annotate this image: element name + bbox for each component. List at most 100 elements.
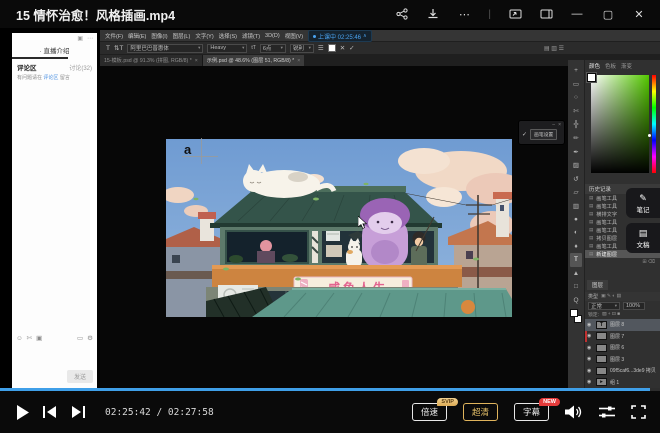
- layer-row[interactable]: ◉ 图层 7: [585, 331, 660, 343]
- dodge-tool[interactable]: ◐: [570, 226, 582, 240]
- crop-tool[interactable]: ✄: [570, 105, 582, 119]
- quality-button[interactable]: 超清: [463, 403, 498, 421]
- mini-player-icon[interactable]: [508, 7, 522, 21]
- current-color-swatch[interactable]: [587, 73, 596, 82]
- panel-minimize-icon[interactable]: –: [552, 123, 555, 127]
- video-frame[interactable]: ▣ ⋯ · 直播介绍 评论区 讨论(32) 有问题请在 评论区 留言 ☺ ✄ ▣…: [0, 28, 660, 388]
- fullscreen-icon[interactable]: [631, 405, 646, 419]
- healing-tool[interactable]: ✏: [570, 132, 582, 146]
- play-button[interactable]: [16, 405, 29, 420]
- brush-tool[interactable]: ✒: [570, 145, 582, 159]
- font-size-select[interactable]: 6点▾: [260, 44, 286, 53]
- tab-layers[interactable]: 图层: [587, 280, 608, 290]
- minimize-icon[interactable]: —: [570, 7, 584, 21]
- layer-row[interactable]: ◉ 图层 6: [585, 342, 660, 354]
- visibility-eye-icon[interactable]: ◉: [587, 356, 593, 362]
- brush-settings-button[interactable]: 画笔设置: [530, 129, 557, 140]
- move-tool[interactable]: +: [570, 64, 582, 78]
- more-icon[interactable]: ⋯: [457, 7, 471, 21]
- message-icon[interactable]: ▭: [77, 334, 83, 342]
- menu-type[interactable]: 文字(Y): [195, 32, 213, 40]
- align-icons[interactable]: ☰: [318, 44, 324, 52]
- visibility-eye-icon[interactable]: ◉: [587, 368, 593, 374]
- download-icon[interactable]: [426, 7, 440, 21]
- doc-tab-2[interactable]: 示例.psd @ 48.6% (图层 51, RGB/8) *×: [203, 55, 304, 66]
- class-status-badge[interactable]: 上课中 02:25:46 ∧: [308, 30, 372, 42]
- chat-input[interactable]: [12, 344, 97, 370]
- brush-check-icon[interactable]: ✓: [522, 131, 527, 138]
- blur-tool[interactable]: ●: [570, 213, 582, 227]
- eyedropper-tool[interactable]: ╬: [570, 118, 582, 132]
- zoom-tool[interactable]: Q: [570, 294, 582, 308]
- layer-filter-icons[interactable]: ▣ ✎ ◐ ▤: [601, 294, 621, 299]
- visibility-eye-icon[interactable]: ◉: [587, 322, 593, 328]
- next-episode-button[interactable]: [71, 406, 85, 418]
- stamp-tool[interactable]: ▨: [570, 159, 582, 173]
- tab-gradients[interactable]: 渐变: [621, 62, 632, 70]
- tab-swatches[interactable]: 色板: [605, 62, 616, 70]
- eraser-tool[interactable]: ▱: [570, 186, 582, 200]
- volume-icon[interactable]: [565, 405, 583, 419]
- transcript-button[interactable]: ▤ 文稿: [626, 223, 660, 253]
- menu-3d[interactable]: 3D(D): [265, 33, 280, 39]
- chat-message-list[interactable]: [12, 84, 97, 332]
- panel-close-icon[interactable]: ×: [558, 123, 561, 127]
- type-tool[interactable]: T: [570, 253, 582, 267]
- notes-button[interactable]: ✎ 笔记: [626, 188, 660, 218]
- tab-discussion[interactable]: 讨论(32): [69, 63, 92, 72]
- chat-settings-icon[interactable]: ⚙: [87, 334, 93, 342]
- previous-episode-button[interactable]: [43, 406, 57, 418]
- history-brush-tool[interactable]: ↺: [570, 172, 582, 186]
- lock-icons[interactable]: ▨ + ⊡ ■: [602, 312, 620, 317]
- text-orientation-icon[interactable]: ⇅T: [114, 44, 123, 52]
- saturation-brightness-field[interactable]: [591, 75, 649, 173]
- history-panel-footer[interactable]: ⊞ ⌫: [585, 258, 660, 266]
- menu-layer[interactable]: 图层(L): [173, 32, 191, 40]
- gradient-tool[interactable]: ▥: [570, 199, 582, 213]
- subtitle-button[interactable]: 字幕 NEW: [514, 403, 549, 421]
- visibility-eye-icon[interactable]: ◉: [587, 333, 593, 339]
- close-icon[interactable]: ✕: [632, 7, 646, 21]
- marquee-tool[interactable]: ▭: [570, 78, 582, 92]
- layer-row[interactable]: ◉ 09f5caf6...3de9 拷贝: [585, 365, 660, 377]
- antialias-select[interactable]: 锐利▾: [290, 44, 314, 53]
- workspace-icons[interactable]: ▤ ▥ ☰: [544, 45, 564, 52]
- layer-row-group[interactable]: ◉ ▸ 组 1: [585, 377, 660, 389]
- share-icon[interactable]: [395, 7, 409, 21]
- visibility-eye-icon[interactable]: ◉: [587, 345, 593, 351]
- maximize-icon[interactable]: ▢: [601, 7, 615, 21]
- opacity-select[interactable]: 100%: [623, 302, 645, 310]
- screenshot-icon[interactable]: ✄: [27, 334, 32, 342]
- hue-slider[interactable]: [652, 75, 656, 173]
- layer-row-text[interactable]: ◉ T 图层 8: [585, 319, 660, 331]
- sidebar-toggle-icon[interactable]: [539, 7, 553, 21]
- chat-popout-icon[interactable]: ▣: [77, 35, 83, 42]
- emoji-icon[interactable]: ☺: [16, 335, 23, 342]
- ps-canvas[interactable]: 咸鱼人生: [100, 66, 568, 388]
- blend-mode-select[interactable]: 正常▾: [588, 302, 620, 310]
- image-icon[interactable]: ▣: [36, 334, 42, 342]
- tab-color[interactable]: 颜色: [589, 62, 600, 70]
- pen-tool[interactable]: ♦: [570, 240, 582, 254]
- lasso-tool[interactable]: ○: [570, 91, 582, 105]
- menu-filter[interactable]: 滤镜(T): [242, 32, 260, 40]
- foreground-background-swatches[interactable]: [570, 309, 582, 323]
- commit-edit-icon[interactable]: ✓: [349, 44, 354, 52]
- playback-speed-button[interactable]: 倍速 SVIP: [412, 403, 447, 421]
- chat-more-icon[interactable]: ⋯: [87, 35, 93, 42]
- doc-tab-1[interactable]: 15-模板.psd @ 91.3% (拼图, RGB/8) *×: [100, 55, 203, 66]
- menu-select[interactable]: 选择(S): [219, 32, 237, 40]
- path-select-tool[interactable]: ▲: [570, 267, 582, 281]
- font-family-select[interactable]: 阿里巴巴普惠体▾: [127, 44, 203, 53]
- cancel-edit-icon[interactable]: ✕: [340, 44, 345, 52]
- menu-image[interactable]: 图像(I): [151, 32, 167, 40]
- menu-edit[interactable]: 编辑(E): [128, 32, 146, 40]
- visibility-eye-icon[interactable]: ◉: [587, 379, 593, 385]
- layer-row[interactable]: ◉ 图层 3: [585, 354, 660, 366]
- send-button[interactable]: 发送: [67, 370, 93, 383]
- settings-sliders-icon[interactable]: [599, 406, 615, 418]
- menu-view[interactable]: 视图(V): [285, 32, 303, 40]
- text-color-swatch[interactable]: [328, 44, 336, 52]
- font-style-select[interactable]: Heavy▾: [207, 44, 247, 53]
- menu-file[interactable]: 文件(F): [105, 32, 123, 40]
